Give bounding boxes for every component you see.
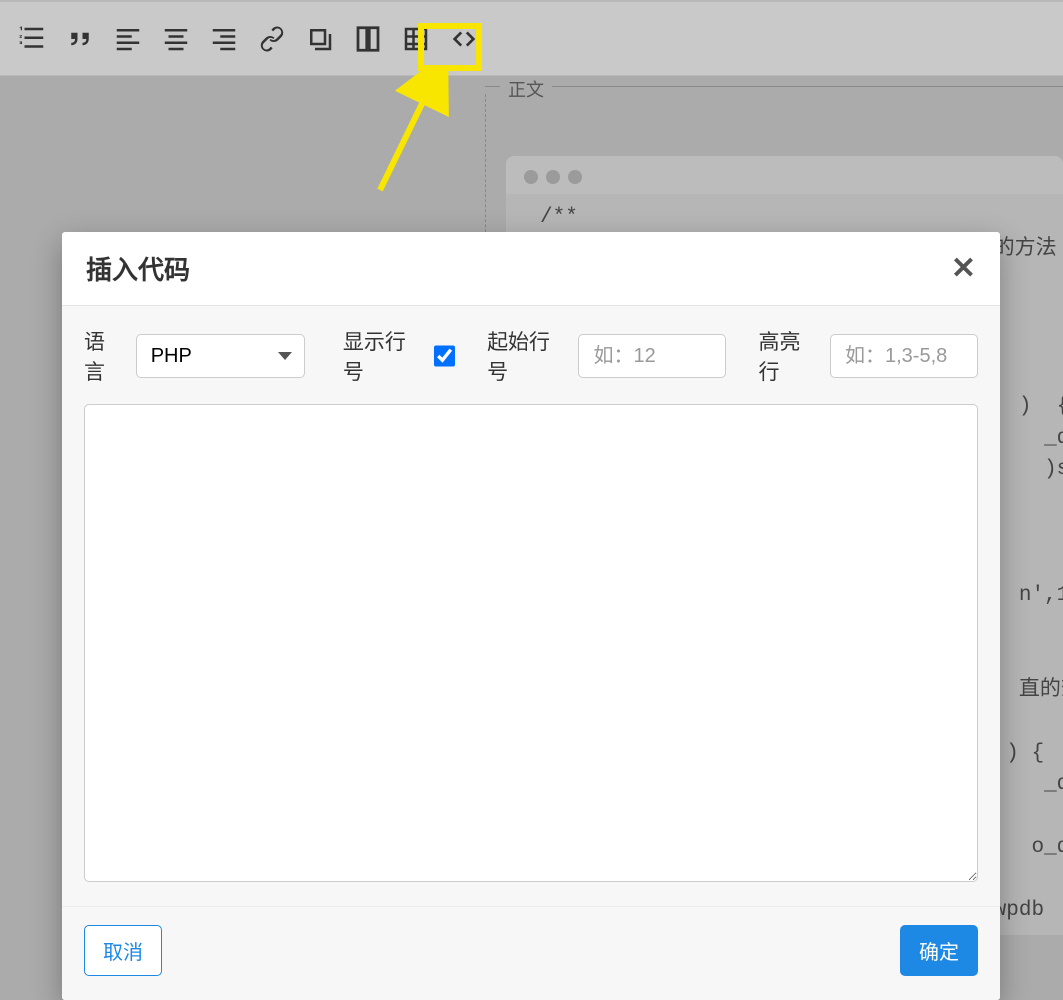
quote-icon — [65, 24, 95, 54]
align-right-button[interactable] — [200, 15, 248, 63]
grid-icon — [401, 24, 431, 54]
code-icon — [449, 24, 479, 54]
highlight-lines-input[interactable] — [830, 334, 978, 378]
controls-row: 语言 PHP 显示行号 起始行号 高亮行 — [84, 326, 978, 386]
highlight-lines-label: 高亮行 — [758, 326, 818, 386]
start-line-label: 起始行号 — [487, 326, 566, 386]
close-icon[interactable]: ✕ — [951, 254, 976, 284]
grid-button[interactable] — [392, 15, 440, 63]
align-center-button[interactable] — [152, 15, 200, 63]
align-left-button[interactable] — [104, 15, 152, 63]
ordered-list-button[interactable] — [8, 15, 56, 63]
insert-code-modal: 插入代码 ✕ 语言 PHP 显示行号 起始行号 高亮行 取消 确定 — [62, 232, 1000, 1000]
section-label: 正文 — [500, 76, 552, 102]
cancel-button[interactable]: 取消 — [84, 925, 162, 976]
ordered-list-icon — [17, 24, 47, 54]
modal-title: 插入代码 — [86, 250, 190, 287]
section-divider — [485, 86, 1063, 87]
columns-button[interactable] — [344, 15, 392, 63]
link-icon — [257, 24, 287, 54]
start-line-input[interactable] — [578, 334, 726, 378]
link-button[interactable] — [248, 15, 296, 63]
window-dots — [506, 166, 1063, 194]
quote-button[interactable] — [56, 15, 104, 63]
align-right-icon — [209, 24, 239, 54]
columns-icon — [353, 24, 383, 54]
align-left-icon — [113, 24, 143, 54]
language-select[interactable]: PHP — [136, 334, 305, 378]
editor-toolbar — [0, 0, 1063, 76]
ok-button[interactable]: 确定 — [900, 925, 978, 976]
modal-body: 语言 PHP 显示行号 起始行号 高亮行 — [62, 306, 1000, 907]
media-icon — [305, 24, 335, 54]
align-center-icon — [161, 24, 191, 54]
media-button[interactable] — [296, 15, 344, 63]
show-line-no-checkbox[interactable] — [434, 345, 455, 367]
show-line-no-label: 显示行号 — [343, 326, 422, 386]
modal-footer: 取消 确定 — [62, 907, 1000, 1000]
code-textarea[interactable] — [84, 404, 978, 882]
modal-header: 插入代码 ✕ — [62, 232, 1000, 306]
code-button[interactable] — [440, 15, 488, 63]
language-label: 语言 — [84, 326, 124, 386]
